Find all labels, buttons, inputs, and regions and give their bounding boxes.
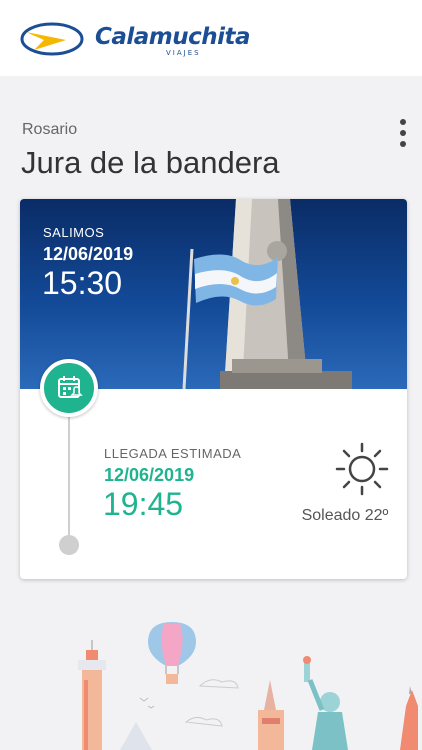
arrival-label: LLEGADA ESTIMADA	[104, 446, 242, 461]
departure-label: SALIMOS	[43, 225, 105, 240]
timeline-line	[68, 409, 70, 539]
weather-description: Soleado 22º	[301, 507, 389, 524]
app-header: Calamuchita VIAJES	[0, 0, 422, 76]
arrival-date: 12/06/2019	[104, 465, 195, 485]
sun-icon	[335, 442, 389, 496]
calendar-badge	[40, 359, 98, 417]
brand-logo-icon	[20, 22, 84, 56]
departure-date: 12/06/2019	[43, 244, 134, 264]
trip-title: Jura de la bandera	[21, 145, 280, 180]
travel-skyline-illustration	[78, 622, 418, 750]
brand-name: Calamuchita	[95, 24, 251, 50]
trip-city: Rosario	[22, 121, 78, 138]
more-vertical-icon	[400, 119, 406, 125]
arrival-time: 19:45	[103, 486, 184, 522]
brand-logo[interactable]: Calamuchita VIAJES	[20, 20, 251, 60]
more-options-button[interactable]	[392, 116, 414, 150]
brand-subtitle: VIAJES	[166, 49, 201, 57]
calendar-alert-icon	[58, 376, 83, 398]
departure-time: 15:30	[42, 265, 123, 301]
trip-card[interactable]: SALIMOS 12/06/2019 15:30 LLEGADA ESTIMAD…	[20, 199, 407, 579]
timeline-end-dot	[59, 535, 79, 555]
